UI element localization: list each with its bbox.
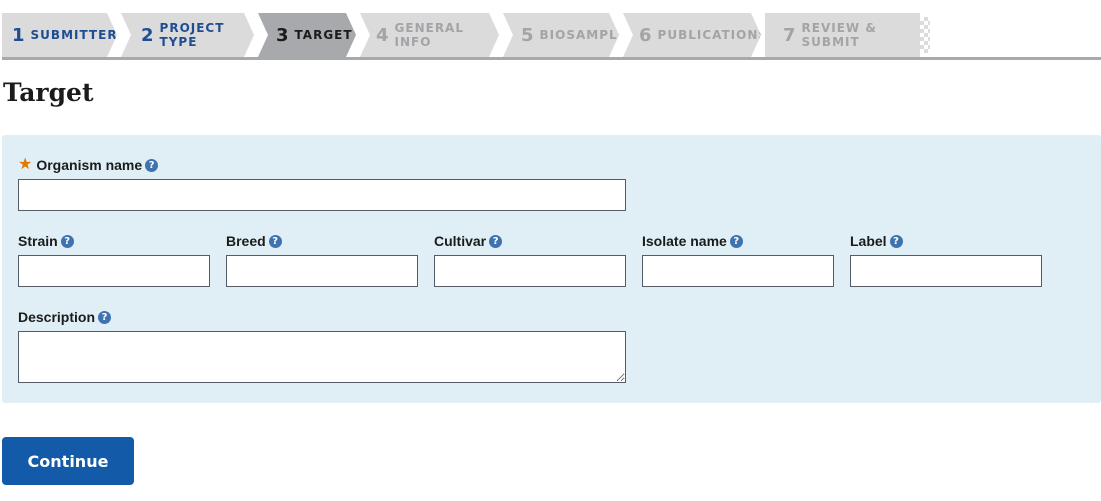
cultivar-input[interactable]	[434, 255, 626, 287]
continue-button[interactable]: Continue	[2, 437, 134, 485]
help-icon[interactable]: ?	[729, 234, 743, 248]
help-icon[interactable]: ?	[268, 234, 282, 248]
help-icon[interactable]: ?	[489, 234, 503, 248]
cultivar-field: Cultivar ?	[434, 231, 626, 287]
cultivar-label-text: Cultivar	[434, 233, 487, 249]
help-icon[interactable]: ?	[145, 158, 159, 172]
isolate-name-label-text: Isolate name	[642, 233, 727, 249]
step-submitter[interactable]: 1 Submitter	[2, 13, 117, 57]
breed-label: Breed ?	[226, 231, 418, 251]
label-label: Label ?	[850, 231, 1042, 251]
strain-field: Strain ?	[18, 231, 210, 287]
step-label: Target	[294, 28, 353, 42]
step-number: 3	[276, 24, 289, 46]
step-number: 6	[639, 24, 652, 46]
page-title: Target	[3, 78, 94, 107]
step-target: 3 Target	[258, 13, 356, 57]
strain-label-text: Strain	[18, 233, 58, 249]
isolate-name-input[interactable]	[642, 255, 834, 287]
step-label: Publications	[657, 28, 769, 42]
step-general-info: 4 General Info	[360, 13, 499, 57]
help-icon[interactable]: ?	[60, 234, 74, 248]
step-number: 5	[521, 24, 534, 46]
steps-end-pattern	[920, 17, 930, 53]
step-number: 2	[141, 24, 154, 46]
organism-name-label-text: Organism name	[36, 157, 143, 173]
description-field: Description ?	[18, 307, 626, 383]
organism-name-label: ★ Organism name ?	[18, 155, 626, 175]
description-textarea[interactable]	[18, 331, 626, 383]
progress-steps: 1 Submitter 2 Project Type 3 Target 4 Ge…	[2, 13, 1101, 60]
step-number: 7	[783, 24, 796, 46]
step-label: General Info	[394, 21, 464, 49]
breed-input[interactable]	[226, 255, 418, 287]
step-project-type[interactable]: 2 Project Type	[121, 13, 254, 57]
strain-label: Strain ?	[18, 231, 210, 251]
target-form-panel: ★ Organism name ? Strain ? Breed ? Culti…	[2, 135, 1101, 403]
step-label: Submitter	[30, 28, 118, 42]
breed-field: Breed ?	[226, 231, 418, 287]
strain-input[interactable]	[18, 255, 210, 287]
step-label: Biosample	[539, 28, 627, 42]
label-input[interactable]	[850, 255, 1042, 287]
cultivar-label: Cultivar ?	[434, 231, 626, 251]
label-field: Label ?	[850, 231, 1042, 287]
isolate-name-field: Isolate name ?	[642, 231, 834, 287]
required-star-icon: ★	[18, 156, 33, 173]
step-label: Project Type	[159, 21, 225, 49]
step-biosample: 5 Biosample	[503, 13, 619, 57]
help-icon[interactable]: ?	[889, 234, 903, 248]
step-publications: 6 Publications	[623, 13, 761, 57]
description-label-text: Description	[18, 309, 96, 325]
help-icon[interactable]: ?	[98, 310, 112, 324]
breed-label-text: Breed	[226, 233, 266, 249]
isolate-name-label: Isolate name ?	[642, 231, 834, 251]
organism-name-input[interactable]	[18, 179, 626, 211]
step-number: 4	[376, 24, 389, 46]
description-label: Description ?	[18, 307, 626, 327]
step-review-submit: 7 Review & Submit	[765, 13, 920, 57]
step-number: 1	[12, 24, 25, 46]
organism-name-field: ★ Organism name ?	[18, 155, 626, 211]
step-label: Review & Submit	[801, 21, 877, 49]
label-label-text: Label	[850, 233, 887, 249]
